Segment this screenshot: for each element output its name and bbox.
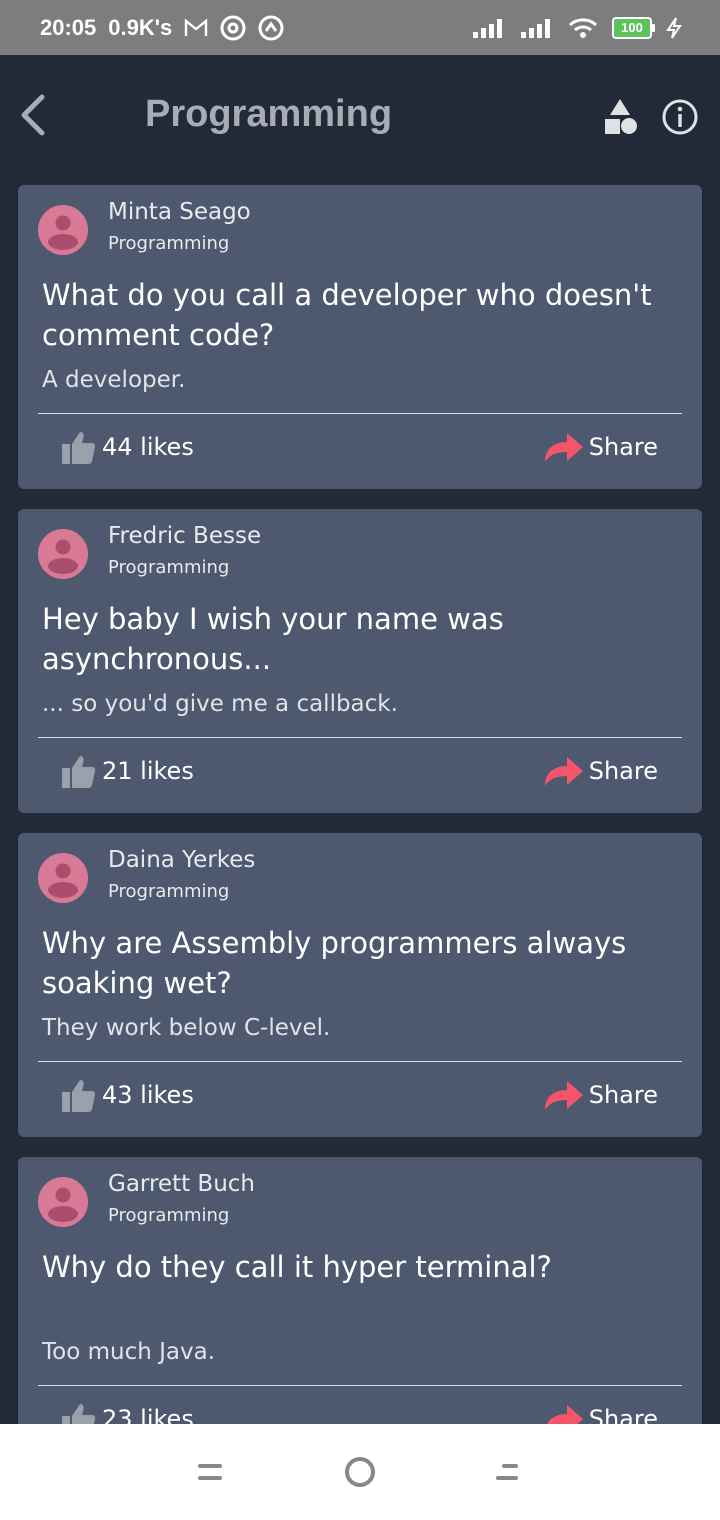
joke-question: Hey baby I wish your name was asynchrono… — [42, 602, 504, 676]
back-button[interactable] — [14, 93, 54, 137]
joke-card: Fredric Besse Programming Hey baby I wis… — [18, 509, 702, 813]
avatar-icon — [38, 1177, 88, 1227]
divider — [38, 1061, 682, 1062]
share-arrow-icon — [544, 433, 583, 462]
author-name: Minta Seago — [108, 199, 251, 225]
share-button[interactable]: Share — [543, 751, 658, 791]
like-button[interactable]: 21 likes — [60, 751, 194, 791]
info-button[interactable] — [660, 97, 700, 137]
divider — [38, 413, 682, 414]
joke-category: Programming — [108, 233, 230, 254]
thumbs-up-icon — [62, 756, 96, 788]
menu-icon — [198, 1464, 222, 1480]
thumbs-up-icon — [62, 432, 96, 464]
author-name: Fredric Besse — [108, 523, 262, 549]
battery-icon: 100 — [612, 16, 655, 39]
joke-category: Programming — [108, 1205, 230, 1226]
joke-answer: They work below C-level. — [42, 1015, 331, 1041]
joke-card: Garrett Buch Programming Why do they cal… — [18, 1157, 702, 1461]
share-button[interactable]: Share — [543, 427, 658, 467]
like-button[interactable]: 43 likes — [60, 1075, 194, 1115]
joke-category: Programming — [108, 881, 230, 902]
signal-icon — [520, 18, 554, 38]
share-button[interactable]: Share — [543, 1075, 658, 1115]
system-nav-bar — [0, 1424, 720, 1520]
author-name: Daina Yerkes — [108, 847, 256, 873]
like-button[interactable]: 44 likes — [60, 427, 194, 467]
like-count: 21 likes — [102, 757, 194, 785]
share-arrow-icon — [544, 1081, 583, 1110]
back-icon — [496, 1464, 518, 1480]
author-name: Garrett Buch — [108, 1171, 255, 1197]
share-label: Share — [588, 1081, 658, 1109]
share-label: Share — [588, 433, 658, 461]
joke-question: What do you call a developer who doesn't… — [42, 278, 652, 352]
joke-answer: ... so you'd give me a callback. — [42, 691, 398, 717]
joke-question: Why do they call it hyper terminal? — [42, 1250, 552, 1284]
app-bar: Programming — [0, 55, 720, 175]
joke-question: Why are Assembly programmers always soak… — [42, 926, 627, 1000]
home-icon — [345, 1457, 375, 1487]
share-arrow-icon — [544, 757, 583, 786]
charging-icon — [666, 16, 682, 39]
thumbs-up-icon — [62, 1080, 96, 1112]
vpn-icon — [258, 15, 284, 41]
avatar-icon — [38, 853, 88, 903]
wifi-icon — [568, 17, 598, 39]
mail-icon — [184, 18, 208, 38]
like-count: 43 likes — [102, 1081, 194, 1109]
joke-card: Minta Seago Programming What do you call… — [18, 185, 702, 489]
nav-back-button[interactable] — [488, 1452, 528, 1492]
page-title: Programming — [145, 93, 393, 135]
vpn-icon — [220, 15, 246, 41]
joke-answer: Too much Java. — [42, 1339, 216, 1365]
info-icon — [662, 99, 698, 135]
chevron-left-icon — [21, 94, 45, 136]
divider — [38, 1385, 682, 1386]
nav-home-button[interactable] — [340, 1452, 380, 1492]
categories-button[interactable] — [600, 97, 640, 137]
like-count: 44 likes — [102, 433, 194, 461]
joke-answer: A developer. — [42, 367, 186, 393]
share-label: Share — [588, 757, 658, 785]
category-shapes-icon — [605, 99, 637, 134]
joke-category: Programming — [108, 557, 230, 578]
status-bar: 20:05 0.9K's 100 — [0, 0, 720, 55]
divider — [38, 737, 682, 738]
status-time: 20:05 — [40, 14, 97, 40]
avatar-icon — [38, 205, 88, 255]
signal-icon — [472, 18, 506, 38]
nav-menu-button[interactable] — [190, 1452, 230, 1492]
network-speed: 0.9K's — [108, 14, 173, 40]
avatar-icon — [38, 529, 88, 579]
joke-card: Daina Yerkes Programming Why are Assembl… — [18, 833, 702, 1137]
